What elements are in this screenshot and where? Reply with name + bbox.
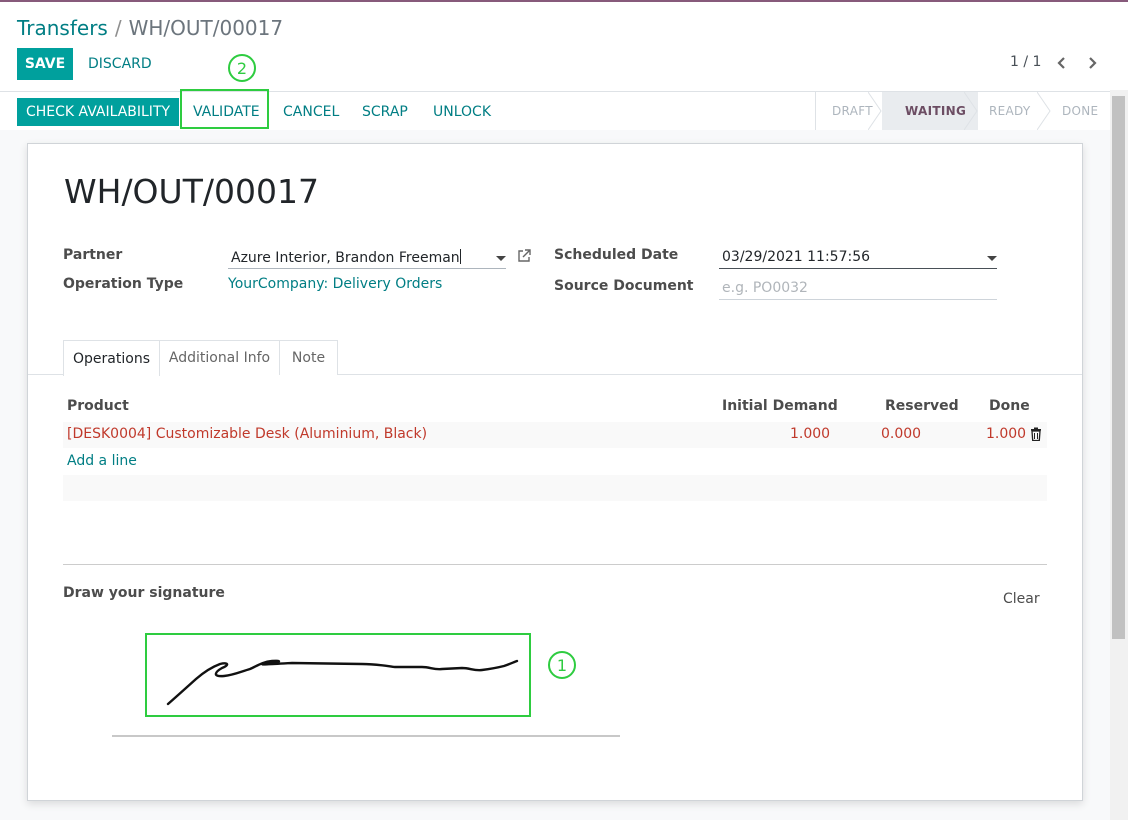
add-line-link[interactable]: Add a line <box>67 453 137 469</box>
text-cursor <box>459 249 461 264</box>
row-initial-demand: 1.000 <box>790 426 831 442</box>
signature-highlight-box <box>145 633 531 717</box>
partner-label: Partner <box>63 247 123 263</box>
unlock-button[interactable]: UNLOCK <box>433 104 491 120</box>
stage-chevron-divider <box>1037 92 1051 130</box>
statusbar: CHECK AVAILABILITY VALIDATE CANCEL SCRAP… <box>0 91 1110 131</box>
source-document-label: Source Document <box>554 278 694 294</box>
cancel-button[interactable]: CANCEL <box>283 104 339 120</box>
chevron-left-icon[interactable] <box>1055 55 1069 71</box>
scrap-button[interactable]: SCRAP <box>362 104 408 120</box>
scheduled-date-dropdown-arrow-icon[interactable] <box>987 256 997 261</box>
column-header-product[interactable]: Product <box>67 398 129 414</box>
column-header-done[interactable]: Done <box>989 398 1030 414</box>
partner-field[interactable]: Azure Interior, Brandon Freeman <box>228 247 506 269</box>
control-panel: Transfers / WH/OUT/00017 SAVE DISCARD 1 / … <box>0 2 1110 131</box>
trash-icon[interactable] <box>1030 427 1042 441</box>
save-button[interactable]: SAVE <box>17 48 73 80</box>
pager-value[interactable]: 1 / 1 <box>1010 54 1041 70</box>
section-divider <box>63 564 1047 565</box>
tab-additional-info[interactable]: Additional Info <box>159 340 280 375</box>
scheduled-date-field[interactable]: 03/29/2021 11:57:56 <box>719 247 997 269</box>
external-link-icon[interactable] <box>516 248 532 264</box>
breadcrumb-current: WH/OUT/00017 <box>128 16 284 40</box>
discard-button[interactable]: DISCARD <box>88 56 152 72</box>
stage-draft: DRAFT <box>832 104 873 118</box>
annotation-marker-1: 1 <box>548 651 576 679</box>
chevron-right-icon[interactable] <box>1085 55 1099 71</box>
tab-operations[interactable]: Operations <box>63 340 160 376</box>
stage-ready: READY <box>989 104 1031 118</box>
validate-highlight-box <box>180 89 269 129</box>
breadcrumb-transfers-link[interactable]: Transfers <box>17 16 108 40</box>
vertical-scrollbar[interactable] <box>1110 90 1128 820</box>
record-title: WH/OUT/00017 <box>64 172 319 211</box>
scheduled-date-label: Scheduled Date <box>554 247 679 263</box>
scrollbar-thumb[interactable] <box>1112 96 1125 639</box>
empty-table-row <box>63 475 1047 501</box>
row-done[interactable]: 1.000 <box>986 426 1026 442</box>
operation-type-link[interactable]: YourCompany: Delivery Orders <box>228 276 442 292</box>
breadcrumb: Transfers / WH/OUT/00017 <box>17 16 283 40</box>
signature-label: Draw your signature <box>63 585 225 601</box>
annotation-marker-2: 2 <box>228 54 256 82</box>
row-product[interactable]: [DESK0004] Customizable Desk (Aluminium,… <box>67 426 427 442</box>
clear-signature-button[interactable]: Clear <box>1003 591 1040 607</box>
breadcrumb-separator: / <box>114 16 122 40</box>
stage-waiting: WAITING <box>905 104 967 118</box>
column-header-reserved[interactable]: Reserved <box>885 398 959 414</box>
check-availability-button[interactable]: CHECK AVAILABILITY <box>17 98 179 126</box>
column-header-initial-demand[interactable]: Initial Demand <box>722 398 838 414</box>
stage-chevron-divider <box>964 92 978 130</box>
partner-dropdown-arrow-icon[interactable] <box>496 256 506 261</box>
row-reserved: 0.000 <box>881 426 922 442</box>
source-document-field[interactable]: e.g. PO0032 <box>719 278 997 300</box>
stage-done: DONE <box>1062 104 1099 118</box>
operation-type-label: Operation Type <box>63 276 184 292</box>
status-stages: DRAFT WAITING READY DONE <box>815 92 1110 130</box>
partner-value: Azure Interior, Brandon Freeman <box>231 250 460 266</box>
signature-baseline <box>112 735 620 737</box>
tab-note[interactable]: Note <box>279 340 338 375</box>
